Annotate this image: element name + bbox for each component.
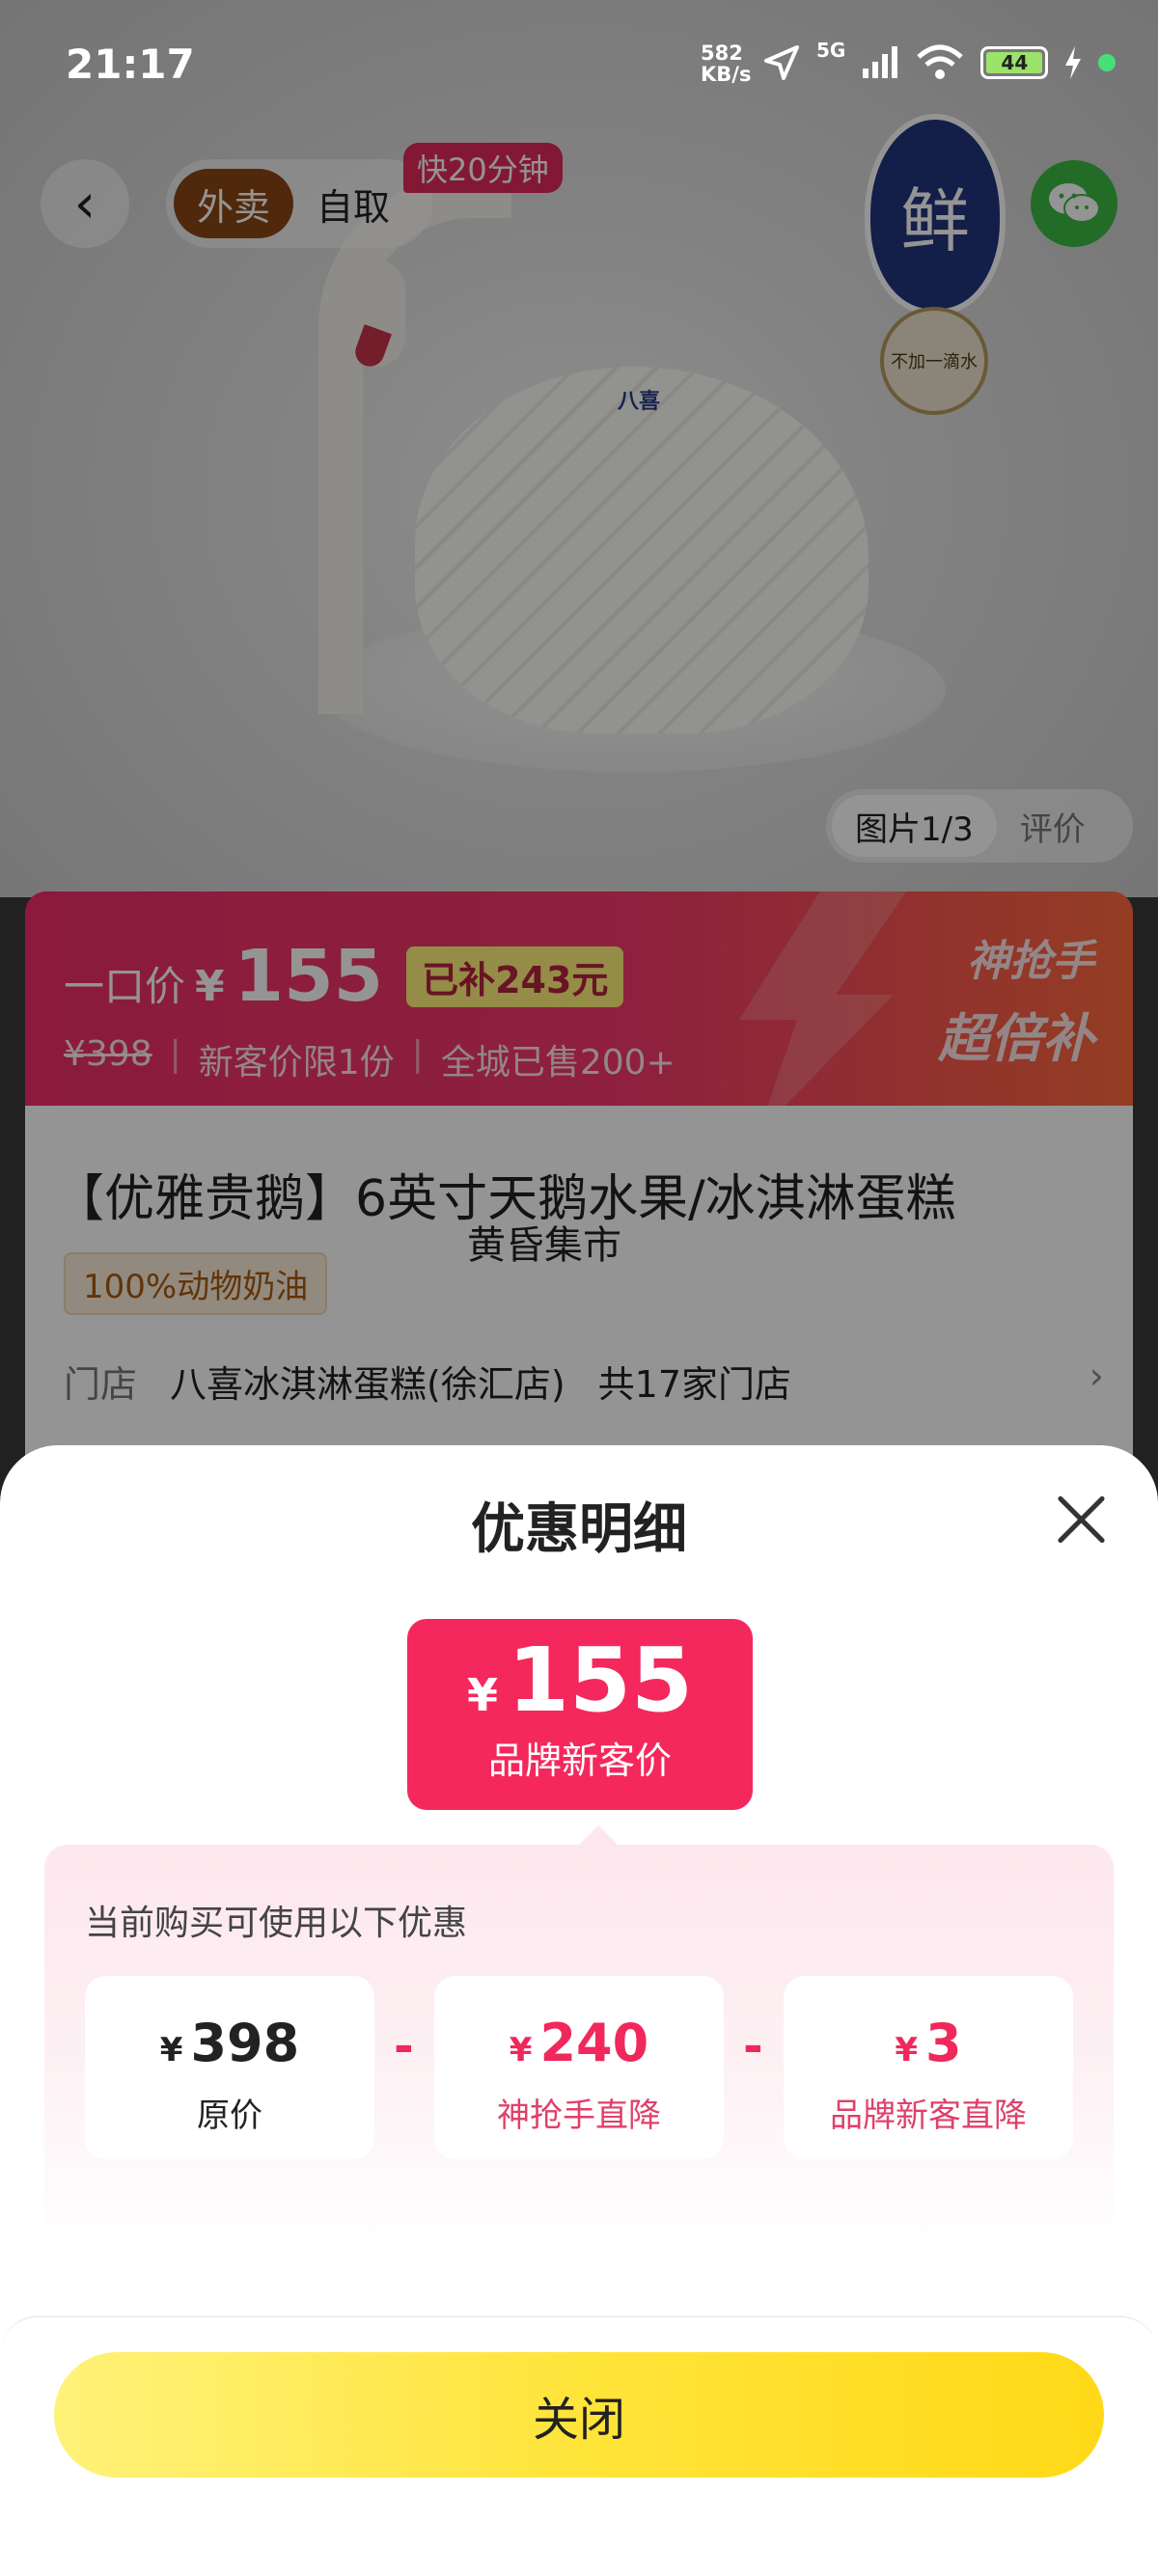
sheet-footer: 关闭	[0, 2316, 1158, 2576]
card-amount: 3	[925, 2013, 962, 2073]
wifi-icon	[917, 44, 964, 79]
card-label: 品牌新客直降	[830, 2096, 1027, 2135]
card-label: 原价	[197, 2096, 262, 2135]
location-icon	[764, 45, 799, 80]
notification-dot	[1098, 54, 1117, 71]
final-price-label: 品牌新客价	[487, 1740, 672, 1782]
charging-icon	[1065, 46, 1082, 79]
card-currency: ¥	[509, 2031, 533, 2069]
battery-icon: 44	[980, 46, 1049, 79]
card-currency: ¥	[895, 2031, 919, 2069]
card-label: 神抢手直降	[497, 2096, 661, 2135]
new-customer-discount-card: ¥ 3 品牌新客直降	[784, 1976, 1073, 2159]
sheet-title: 优惠明细	[471, 1498, 687, 1561]
final-price-box: ¥ 155 品牌新客价	[407, 1619, 753, 1810]
discount-detail-sheet: 优惠明细 ¥ 155 品牌新客价 当前购买可使用以下优惠 ¥ 398 原价 - …	[0, 1445, 1158, 2576]
signal-icon	[863, 46, 898, 78]
card-amount: 398	[190, 2013, 300, 2073]
close-button[interactable]: 关闭	[54, 2352, 1104, 2478]
discount-breakdown-panel: 当前购买可使用以下优惠 ¥ 398 原价 - ¥ 240 神抢手直降 - ¥ 3…	[44, 1825, 1114, 2250]
network-speed-value: 582	[701, 41, 743, 65]
network-speed-unit: KB/s	[701, 63, 752, 86]
status-bar: 21:17 582 KB/s 5G 44	[0, 0, 1158, 125]
final-price-amount: 155	[507, 1629, 694, 1732]
final-price-currency: ¥	[466, 1669, 498, 1721]
network-speed: 582 KB/s	[701, 42, 751, 85]
minus-sign: -	[743, 2018, 763, 2074]
flash-discount-card: ¥ 240 神抢手直降	[434, 1976, 724, 2159]
status-time: 21:17	[66, 41, 195, 88]
network-type: 5G	[816, 39, 846, 62]
panel-title: 当前购买可使用以下优惠	[85, 1904, 468, 1943]
battery-level: 44	[986, 52, 1043, 73]
original-price-card: ¥ 398 原价	[85, 1976, 374, 2159]
card-amount: 240	[539, 2013, 649, 2073]
card-currency: ¥	[159, 2031, 183, 2069]
minus-sign: -	[394, 2018, 414, 2074]
close-icon[interactable]	[1056, 1494, 1108, 1546]
